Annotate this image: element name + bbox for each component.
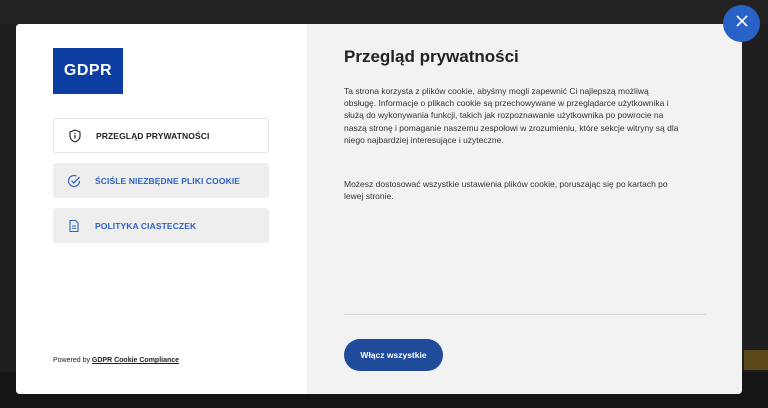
document-icon (67, 219, 81, 233)
tab-label: PRZEGLĄD PRYWATNOŚCI (96, 130, 210, 141)
modal-content: Przegląd prywatności Ta strona korzysta … (307, 24, 742, 394)
tab-privacy-overview[interactable]: PRZEGLĄD PRYWATNOŚCI (53, 118, 269, 153)
privacy-modal: GDPR PRZEGLĄD PRYWATNOŚCI ŚCIŚLE NIEZBĘD… (16, 24, 742, 394)
gdpr-logo: GDPR (53, 48, 123, 94)
gdpr-compliance-link[interactable]: GDPR Cookie Compliance (92, 357, 179, 364)
check-circle-icon (67, 174, 81, 188)
tab-strictly-necessary[interactable]: ŚCIŚLE NIEZBĘDNE PLIKI COOKIE (53, 163, 269, 198)
info-shield-icon (68, 128, 82, 143)
tab-label: POLITYKA CIASTECZEK (95, 220, 197, 231)
powered-prefix: Powered by (53, 357, 90, 364)
close-icon (735, 14, 749, 33)
description-paragraph: Ta strona korzysta z plików cookie, abyś… (344, 86, 679, 145)
enable-all-button[interactable]: Włącz wszystkie (344, 339, 443, 371)
powered-by: Powered by GDPR Cookie Compliance (53, 357, 179, 364)
dimmed-top-nav (0, 0, 768, 24)
tab-label: ŚCIŚLE NIEZBĘDNE PLIKI COOKIE (95, 175, 241, 186)
dimmed-accent (744, 350, 768, 370)
divider (344, 314, 706, 315)
page-title: Przegląd prywatności (344, 47, 519, 66)
modal-sidebar: GDPR PRZEGLĄD PRYWATNOŚCI ŚCIŚLE NIEZBĘD… (16, 24, 307, 394)
close-button[interactable] (723, 5, 760, 42)
tab-cookie-policy[interactable]: POLITYKA CIASTECZEK (53, 208, 269, 243)
settings-hint-paragraph: Możesz dostosować wszystkie ustawienia p… (344, 179, 668, 202)
